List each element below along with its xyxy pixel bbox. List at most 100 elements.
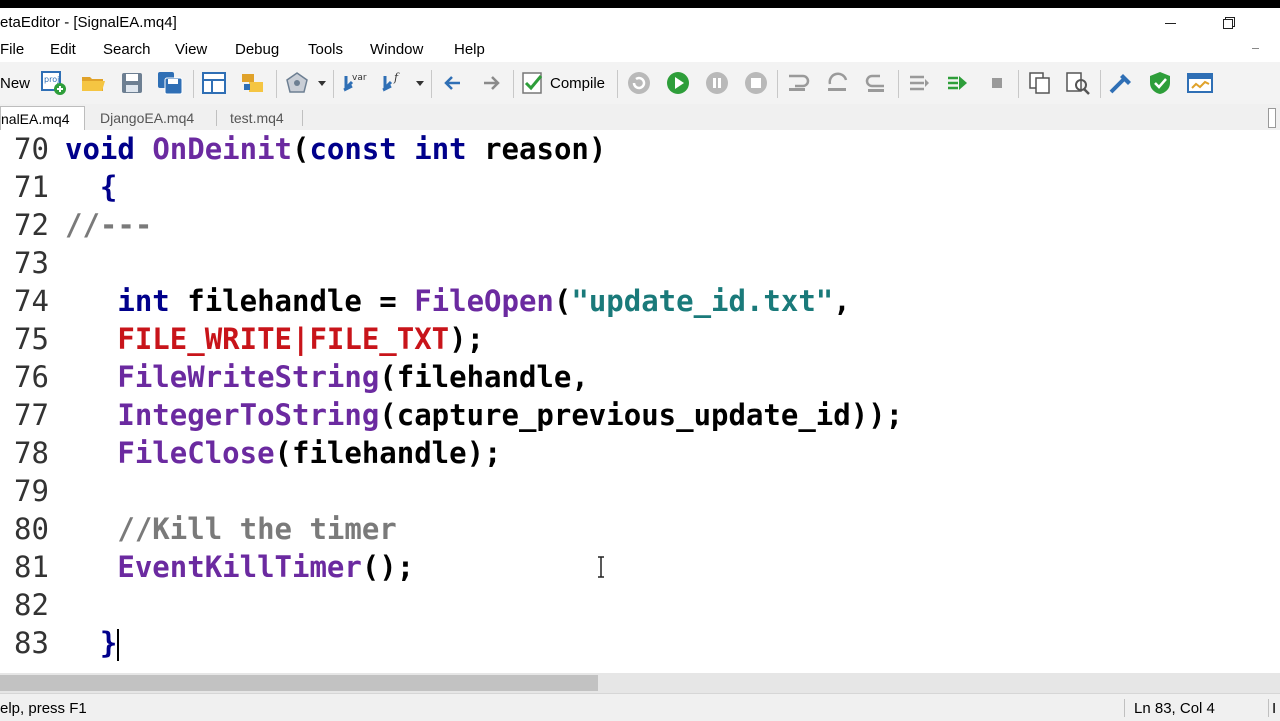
code-editor[interactable]: 70 void OnDeinit(const int reason) 71 {72/…: [0, 130, 1280, 673]
code-line[interactable]: 72 //---: [0, 206, 1280, 244]
indent-icon[interactable]: [904, 70, 934, 96]
code-line[interactable]: 79: [0, 472, 1280, 510]
code-line[interactable]: 70 void OnDeinit(const int reason): [0, 130, 1280, 168]
separator: [193, 70, 194, 98]
horizontal-scrollbar[interactable]: [0, 673, 1280, 693]
code-token: (filehandle);: [274, 436, 502, 470]
minimize-button[interactable]: [1158, 10, 1184, 34]
terminal-icon[interactable]: [1184, 70, 1216, 96]
tab-label: nalEA.mq4: [1, 111, 70, 127]
line-number: 82: [14, 588, 49, 622]
menu-window[interactable]: Window: [370, 41, 423, 58]
code-token: reason): [466, 132, 607, 166]
line-number: 77: [14, 398, 49, 432]
line-number: 83: [14, 626, 49, 660]
code-token: //Kill the timer: [117, 512, 397, 546]
code-line[interactable]: 82: [0, 586, 1280, 624]
code-token: (: [553, 284, 572, 318]
code-token: int: [414, 132, 467, 166]
back-arrow-icon[interactable]: [439, 70, 467, 96]
code-line[interactable]: 73: [0, 244, 1280, 282]
forward-arrow-icon[interactable]: [477, 70, 505, 96]
separator: [431, 70, 432, 98]
status-right-fragment: I: [1272, 700, 1277, 717]
stop-icon[interactable]: [741, 70, 771, 96]
layout-icon[interactable]: [199, 70, 229, 96]
menu-edit[interactable]: Edit: [50, 41, 76, 58]
separator: [777, 70, 778, 98]
tab-signalea[interactable]: nalEA.mq4: [0, 106, 85, 131]
insert-variable-icon[interactable]: var: [340, 70, 370, 96]
code-line[interactable]: 76 FileWriteString(filehandle,: [0, 358, 1280, 396]
menu-help[interactable]: Help: [454, 41, 485, 58]
check-icon[interactable]: [1145, 70, 1175, 96]
code-token: ();: [361, 550, 415, 584]
separator: [617, 70, 618, 98]
menu-file[interactable]: File: [0, 41, 24, 58]
line-number: 75: [14, 322, 49, 356]
tab-test[interactable]: test.mq4: [230, 106, 310, 130]
code-line[interactable]: 83 }: [0, 624, 1280, 662]
run-arrow-icon[interactable]: [943, 70, 973, 96]
cursor-position: Ln 83, Col 4: [1134, 700, 1215, 717]
copy-icon[interactable]: [1025, 70, 1055, 96]
line-number: 80: [14, 512, 49, 546]
styler-dropdown-icon[interactable]: [318, 81, 326, 86]
debug-restart-icon[interactable]: [624, 70, 654, 96]
code-text: IntegerToString(capture_previous_update_…: [65, 396, 903, 434]
code-line[interactable]: 77 IntegerToString(capture_previous_upda…: [0, 396, 1280, 434]
code-line[interactable]: 75 FILE_WRITE|FILE_TXT);: [0, 320, 1280, 358]
toolbox-icon[interactable]: [1106, 70, 1136, 96]
save-icon[interactable]: [117, 70, 147, 96]
scrollbar-thumb[interactable]: [0, 675, 598, 691]
compile-icon: [522, 72, 543, 94]
code-text: FileWriteString(filehandle,: [65, 358, 588, 396]
new-mql-icon[interactable]: proj: [38, 70, 68, 96]
step-over-icon[interactable]: [823, 70, 853, 96]
menu-view[interactable]: View: [175, 41, 207, 58]
function-dropdown-icon[interactable]: [416, 81, 424, 86]
stop-square-icon[interactable]: [982, 70, 1012, 96]
code-line[interactable]: 81 EventKillTimer();: [0, 548, 1280, 586]
tab-scroll-button[interactable]: [1268, 108, 1276, 128]
svg-text:var: var: [352, 73, 367, 83]
menu-tools[interactable]: Tools: [308, 41, 343, 58]
search-file-icon[interactable]: [1063, 70, 1093, 96]
svg-text:proj: proj: [44, 75, 59, 84]
save-all-icon[interactable]: [155, 70, 185, 96]
menu-debug[interactable]: Debug: [235, 41, 279, 58]
pause-icon[interactable]: [702, 70, 732, 96]
code-text: {: [65, 168, 117, 206]
line-number: 76: [14, 360, 49, 394]
code-line[interactable]: 71 {: [0, 168, 1280, 206]
code-token: (capture_previous_update_id));: [379, 398, 904, 432]
restore-button[interactable]: [1216, 10, 1242, 34]
code-line[interactable]: 74 int filehandle = FileOpen("update_id.…: [0, 282, 1280, 320]
tab-label: test.mq4: [230, 110, 284, 126]
menu-search[interactable]: Search: [103, 41, 151, 58]
status-bar: elp, press F1 Ln 83, Col 4 I: [0, 693, 1280, 721]
navigator-icon[interactable]: [238, 70, 268, 96]
status-separator: [1268, 699, 1269, 717]
step-into-icon[interactable]: [784, 70, 814, 96]
separator: [513, 70, 514, 98]
code-token: filehandle =: [169, 284, 415, 318]
separator: [333, 70, 334, 98]
code-token: EventKillTimer: [117, 550, 362, 584]
code-line[interactable]: 80 //Kill the timer: [0, 510, 1280, 548]
code-token: int: [117, 284, 170, 318]
tab-djangoea[interactable]: DjangoEA.mq4: [100, 106, 215, 130]
compile-button[interactable]: Compile: [520, 70, 612, 96]
new-button[interactable]: New: [0, 70, 30, 96]
code-token: FileClose: [117, 436, 275, 470]
code-text: //---: [65, 206, 152, 244]
code-line[interactable]: 78 FileClose(filehandle);: [0, 434, 1280, 472]
open-folder-icon[interactable]: [78, 70, 108, 96]
styler-icon[interactable]: [282, 70, 312, 96]
step-out-icon[interactable]: [861, 70, 891, 96]
insert-function-icon[interactable]: f: [379, 70, 409, 96]
start-debug-icon[interactable]: [663, 70, 693, 96]
mdi-minimize-icon[interactable]: [1252, 48, 1259, 49]
